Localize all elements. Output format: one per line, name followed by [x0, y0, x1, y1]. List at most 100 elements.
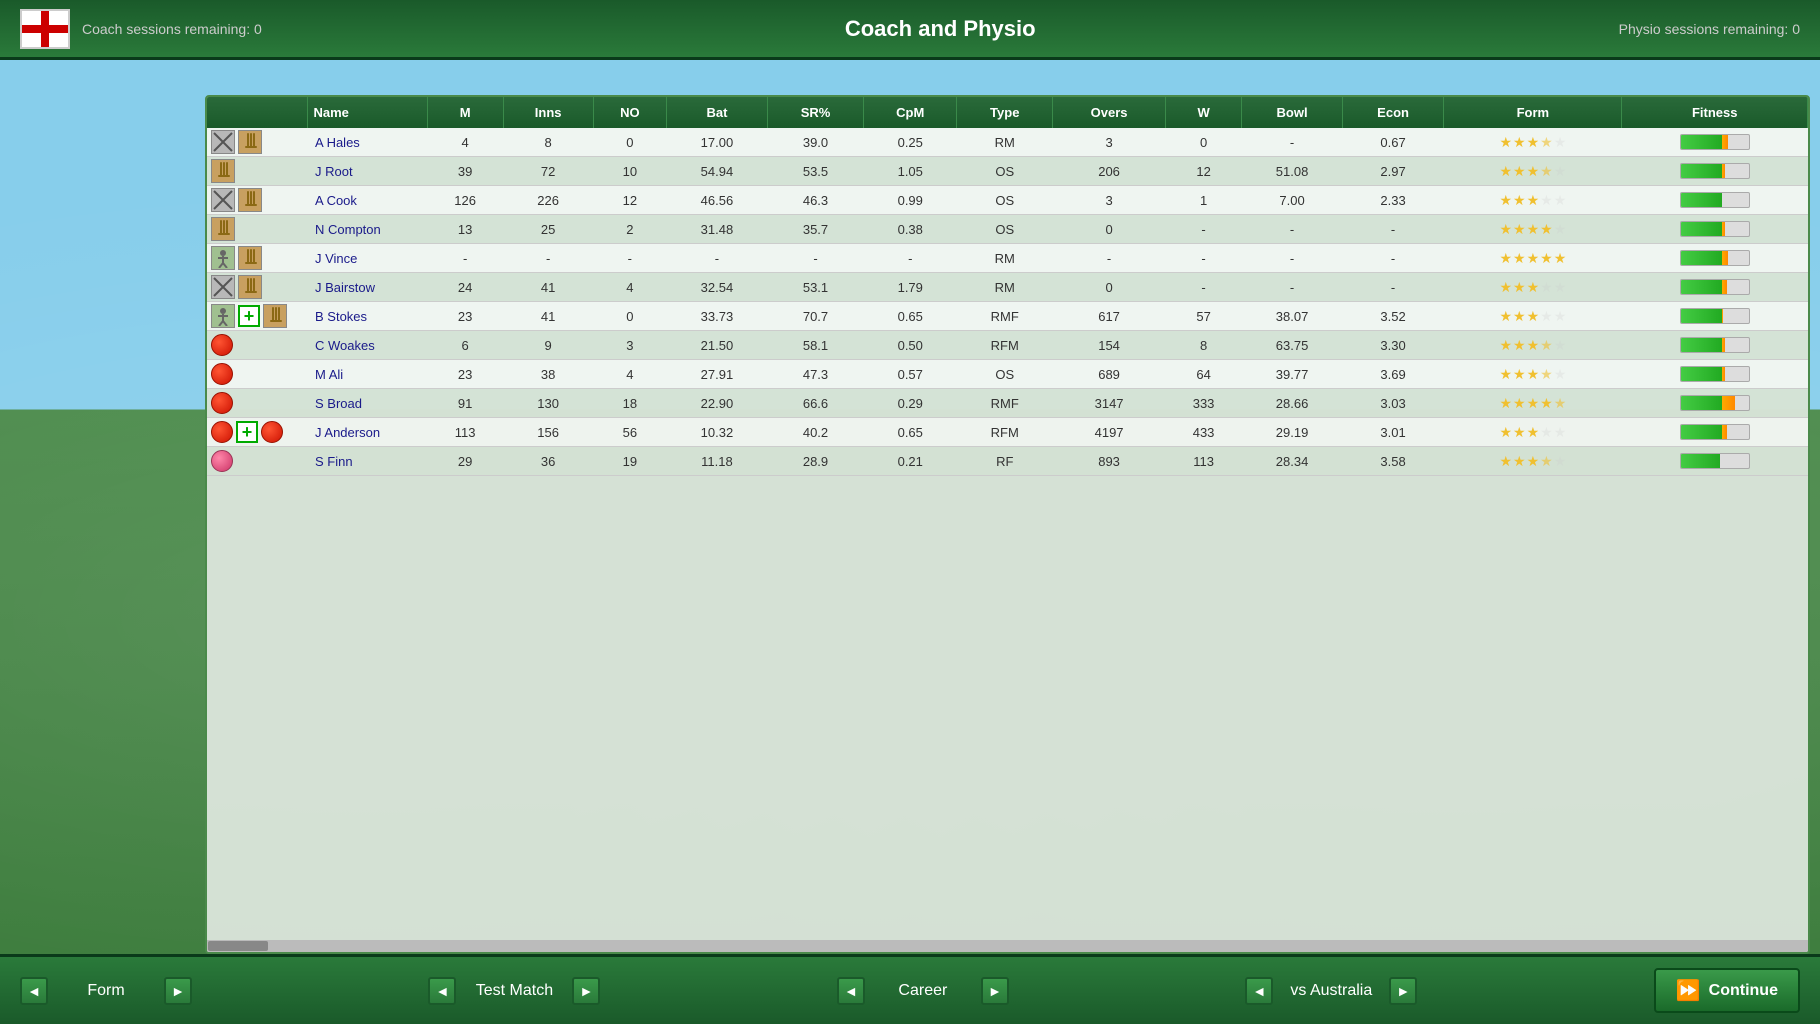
stat-inns: 41	[503, 302, 593, 331]
form-label: Form	[56, 982, 156, 1000]
stat-bat: 27.91	[667, 360, 768, 389]
player-name: C Woakes	[307, 331, 427, 360]
stat-w: -	[1165, 273, 1241, 302]
crossed-bat-icon	[211, 130, 235, 154]
stat-bat: 31.48	[667, 215, 768, 244]
stat-m: 91	[427, 389, 503, 418]
form-next-arrow[interactable]: ►	[164, 977, 192, 1005]
stat-sr: 58.1	[767, 331, 863, 360]
col-no: NO	[593, 97, 667, 128]
stat-inns: 9	[503, 331, 593, 360]
fitness-bar-cell	[1622, 302, 1808, 331]
player-icons-cell: +	[207, 418, 307, 447]
stat-cpm: 1.05	[864, 157, 957, 186]
stat-w: 333	[1165, 389, 1241, 418]
stat-econ: 3.01	[1342, 418, 1443, 447]
stat-sr: 46.3	[767, 186, 863, 215]
stat-sr: 28.9	[767, 447, 863, 476]
page-title: Coach and Physio	[845, 16, 1036, 42]
stat-inns: 41	[503, 273, 593, 302]
stat-inns: 72	[503, 157, 593, 186]
plus-icon: +	[238, 305, 260, 327]
form-stars: ★★★★★	[1444, 331, 1622, 360]
stat-bat: 17.00	[667, 128, 768, 157]
table-row: M Ali2338427.9147.30.57OS6896439.773.69★…	[207, 360, 1808, 389]
stat-bowl: -	[1242, 273, 1343, 302]
stat-no: 2	[593, 215, 667, 244]
form-stars: ★★★★★	[1444, 302, 1622, 331]
career-next-arrow[interactable]: ►	[981, 977, 1009, 1005]
stat-overs: 3	[1053, 128, 1166, 157]
test-match-prev-arrow[interactable]: ◄	[428, 977, 456, 1005]
player-icons-cell	[207, 215, 307, 244]
stat-overs: 689	[1053, 360, 1166, 389]
vs-prev-arrow[interactable]: ◄	[1245, 977, 1273, 1005]
form-stars: ★★★★★	[1444, 273, 1622, 302]
stat-w: -	[1165, 244, 1241, 273]
stat-econ: 0.67	[1342, 128, 1443, 157]
table-row: J Vince------RM----★★★★★	[207, 244, 1808, 273]
ball-red-icon	[211, 363, 233, 385]
stat-no: 19	[593, 447, 667, 476]
scrollbar[interactable]	[207, 940, 1808, 952]
stat-m: 13	[427, 215, 503, 244]
player-name: J Vince	[307, 244, 427, 273]
stat-no: 12	[593, 186, 667, 215]
stat-m: 23	[427, 302, 503, 331]
stat-type: OS	[957, 157, 1053, 186]
stat-econ: -	[1342, 215, 1443, 244]
career-prev-arrow[interactable]: ◄	[837, 977, 865, 1005]
stat-inns: -	[503, 244, 593, 273]
stat-cpm: 0.99	[864, 186, 957, 215]
form-prev-arrow[interactable]: ◄	[20, 977, 48, 1005]
wicket-bat-icon	[211, 217, 235, 241]
plus-icon: +	[236, 421, 258, 443]
stat-m: 29	[427, 447, 503, 476]
col-econ: Econ	[1342, 97, 1443, 128]
stat-no: 0	[593, 302, 667, 331]
stat-bat: 22.90	[667, 389, 768, 418]
stat-econ: 3.03	[1342, 389, 1443, 418]
vs-next-arrow[interactable]: ►	[1389, 977, 1417, 1005]
stat-sr: 47.3	[767, 360, 863, 389]
stat-m: -	[427, 244, 503, 273]
stat-econ: -	[1342, 244, 1443, 273]
stat-sr: 66.6	[767, 389, 863, 418]
stat-econ: 3.52	[1342, 302, 1443, 331]
col-name: Name	[307, 97, 427, 128]
stat-m: 4	[427, 128, 503, 157]
stat-cpm: 0.21	[864, 447, 957, 476]
stat-cpm: 0.25	[864, 128, 957, 157]
player-icons-cell	[207, 157, 307, 186]
ball-red-icon	[211, 334, 233, 356]
player-icons-cell	[207, 186, 307, 215]
wicket-bat-icon	[238, 130, 262, 154]
test-match-next-arrow[interactable]: ►	[572, 977, 600, 1005]
col-fitness: Fitness	[1622, 97, 1808, 128]
fitness-bar-cell	[1622, 215, 1808, 244]
form-tab: ◄ Form ►	[20, 977, 192, 1005]
scrollbar-thumb[interactable]	[208, 941, 268, 951]
form-stars: ★★★★★	[1444, 389, 1622, 418]
fitness-bar-cell	[1622, 244, 1808, 273]
player-icons-cell	[207, 389, 307, 418]
stat-no: 4	[593, 273, 667, 302]
col-overs: Overs	[1053, 97, 1166, 128]
player-icons-cell	[207, 128, 307, 157]
stat-type: OS	[957, 360, 1053, 389]
fitness-bar-cell	[1622, 418, 1808, 447]
continue-button[interactable]: ⏩ Continue	[1654, 968, 1800, 1013]
stat-overs: 206	[1053, 157, 1166, 186]
stat-bowl: 39.77	[1242, 360, 1343, 389]
stat-bowl: 28.66	[1242, 389, 1343, 418]
stat-no: 18	[593, 389, 667, 418]
stat-cpm: -	[864, 244, 957, 273]
continue-label: Continue	[1709, 982, 1778, 1000]
ball-red-icon	[211, 421, 233, 443]
form-stars: ★★★★★	[1444, 128, 1622, 157]
stat-m: 113	[427, 418, 503, 447]
player-icons-cell	[207, 331, 307, 360]
form-stars: ★★★★★	[1444, 447, 1622, 476]
fitness-bar-cell	[1622, 128, 1808, 157]
stat-overs: 4197	[1053, 418, 1166, 447]
